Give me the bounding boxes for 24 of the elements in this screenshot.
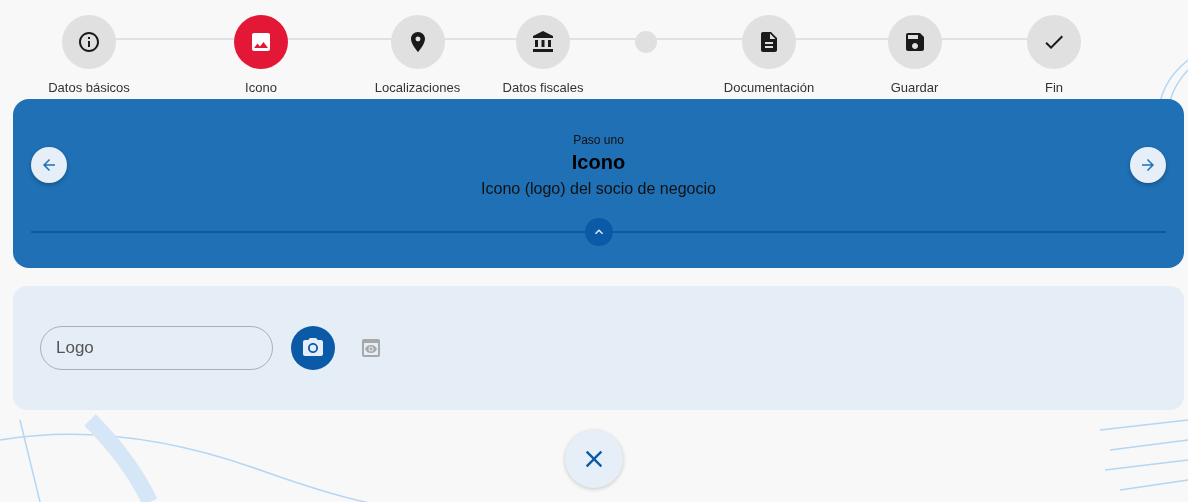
previous-button[interactable] [31,147,67,183]
step-label: Icono [245,80,277,95]
close-button[interactable] [565,430,623,488]
step-button[interactable] [516,15,570,69]
step-label: Guardar [890,80,939,95]
step-button[interactable] [390,15,445,69]
step-label: Localizaciones [374,80,461,95]
step-button[interactable] [887,15,942,69]
step-title: Icono [571,150,626,174]
step-label: Documentación [723,80,815,95]
step-button[interactable] [742,15,796,69]
info-icon [77,30,101,54]
camera-button[interactable] [291,326,335,370]
step-number: Paso uno [573,132,624,147]
bank-icon [531,30,555,54]
arrow-right-icon [1139,156,1157,174]
logo-field[interactable]: Logo [40,326,273,370]
next-button[interactable] [1130,147,1166,183]
step-description: Icono (logo) del socio de negocio [481,179,716,198]
step-label: Datos fiscales [502,80,584,95]
image-icon [249,30,273,54]
step-label: Datos básicos [48,80,130,95]
step-label: Fin [1044,80,1064,95]
step-button[interactable] [62,15,116,69]
